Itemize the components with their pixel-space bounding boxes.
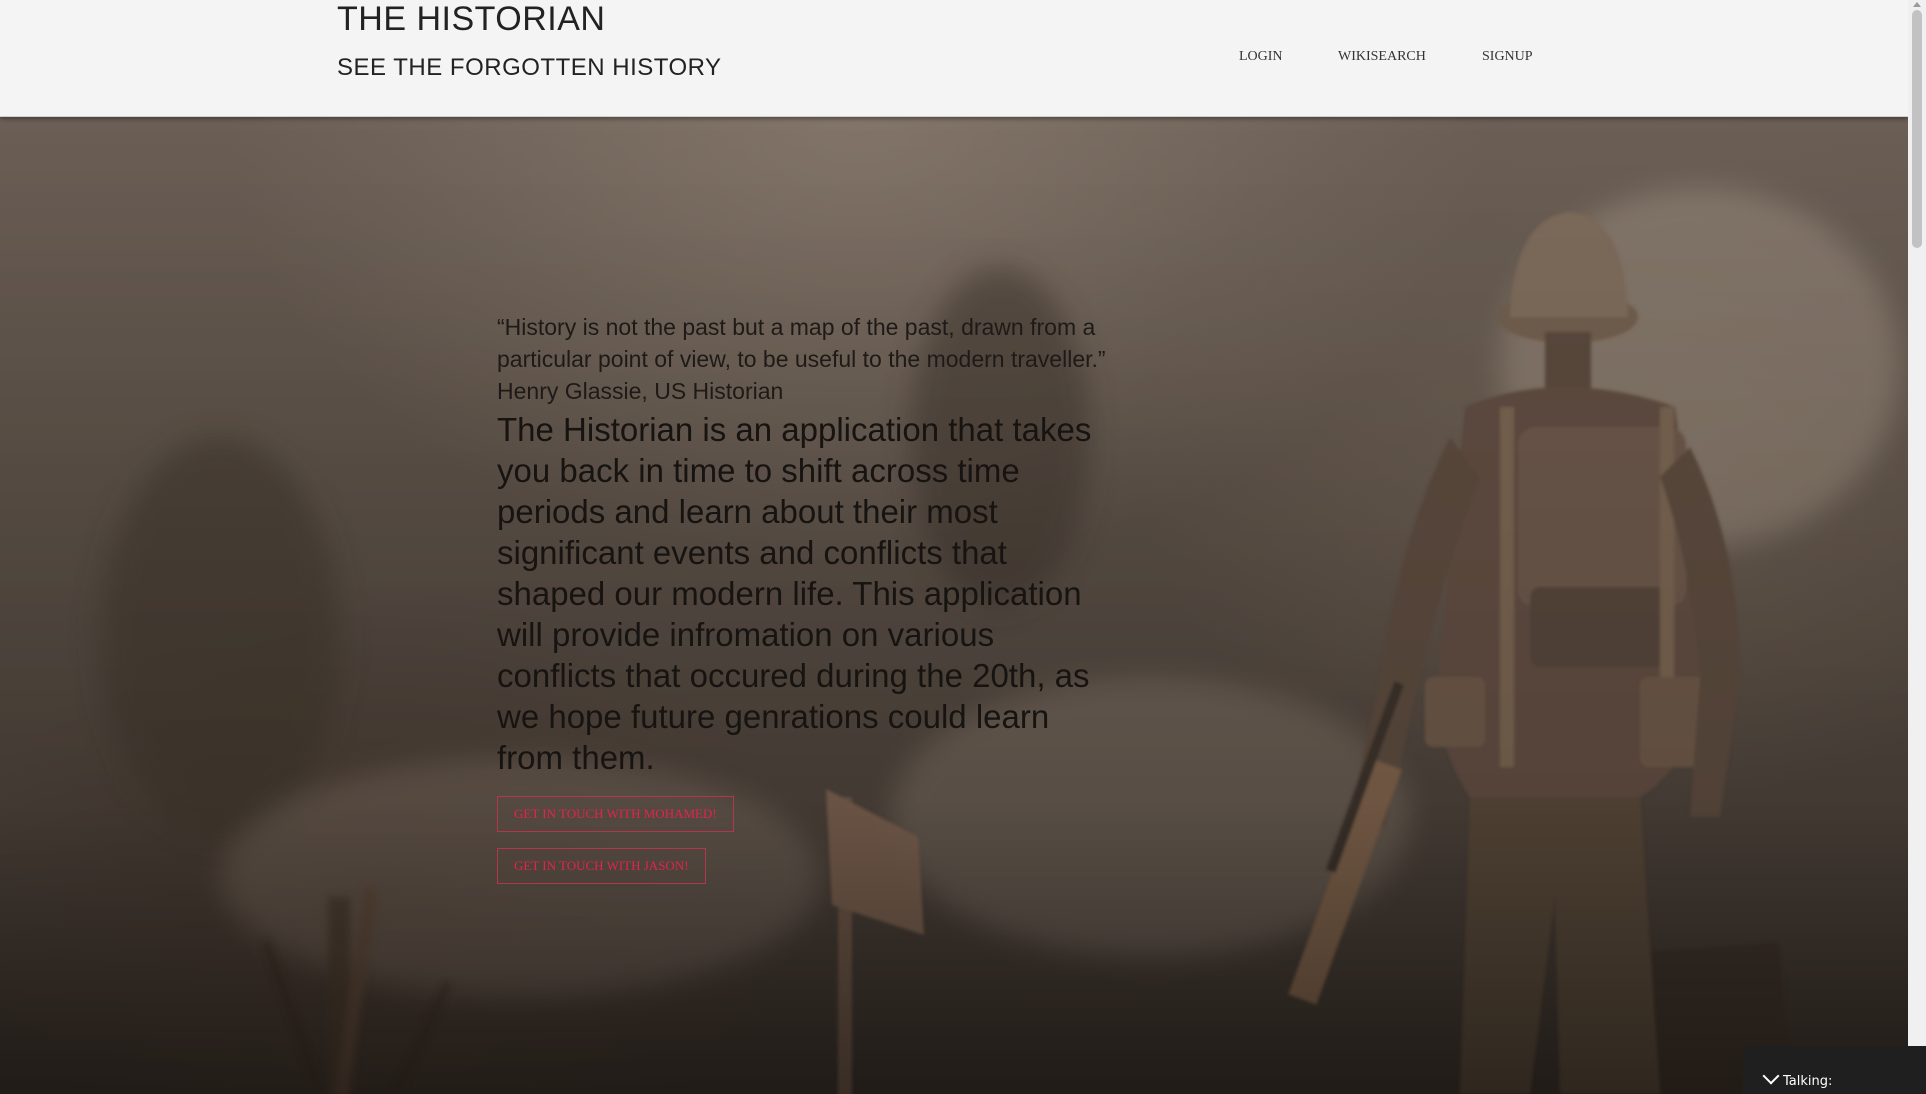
- talking-widget[interactable]: Talking:: [1743, 1046, 1926, 1094]
- hero-quote: “History is not the past but a map of th…: [497, 314, 1106, 404]
- hero-section: “History is not the past but a map of th…: [0, 117, 1908, 1094]
- contact-mohamed-button[interactable]: GET IN TOUCH WITH MOHAMED!: [497, 796, 734, 832]
- scrollbar-thumb[interactable]: [1912, 10, 1922, 248]
- scroll-up-arrow-icon[interactable]: [1913, 2, 1921, 7]
- nav-login-link[interactable]: LOGIN: [1239, 49, 1283, 65]
- site-title[interactable]: THE HISTORIAN: [337, 0, 605, 39]
- chevron-down-icon[interactable]: [1762, 1067, 1780, 1085]
- hero-content: “History is not the past but a map of th…: [497, 311, 1112, 884]
- hero-description: The Historian is an application that tak…: [497, 411, 1092, 776]
- contact-jason-button[interactable]: GET IN TOUCH WITH JASON!: [497, 848, 706, 884]
- page-scrollbar[interactable]: [1908, 0, 1926, 1094]
- site-subtitle: SEE THE FORGOTTEN HISTORY: [337, 54, 722, 81]
- site-header: THE HISTORIAN SEE THE FORGOTTEN HISTORY …: [0, 0, 1908, 117]
- cta-row-mohamed: GET IN TOUCH WITH MOHAMED!: [497, 778, 1112, 832]
- nav-wikisearch-link[interactable]: WIKISEARCH: [1338, 49, 1426, 65]
- cta-row-jason: GET IN TOUCH WITH JASON!: [497, 832, 1112, 884]
- nav-signup-link[interactable]: SIGNUP: [1482, 49, 1533, 65]
- talking-label: Talking:: [1783, 1074, 1833, 1089]
